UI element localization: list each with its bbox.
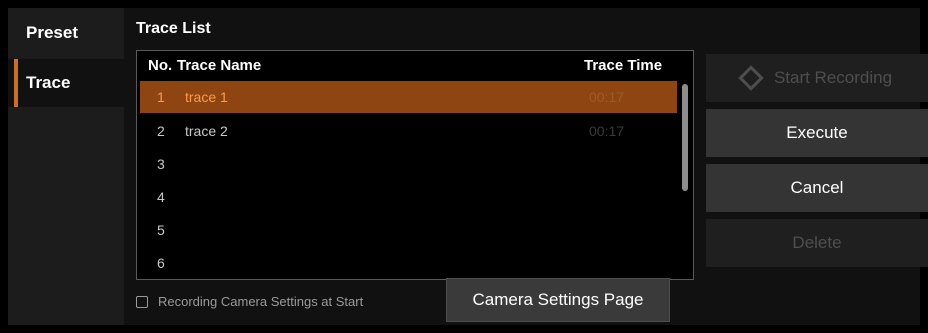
checkbox-label: Recording Camera Settings at Start	[158, 294, 364, 309]
table-row[interactable]: 1 trace 1 00:17	[140, 81, 677, 113]
execute-button[interactable]: Execute	[706, 109, 928, 157]
diamond-icon	[738, 65, 764, 91]
row-number: 1	[157, 89, 165, 105]
panel-title: Trace List	[136, 20, 211, 37]
table-row[interactable]: 6	[140, 247, 677, 279]
column-header-no: No.	[148, 57, 173, 74]
list-scrollbar[interactable]	[679, 81, 691, 279]
start-recording-button[interactable]: Start Recording	[706, 54, 928, 102]
sidebar-item-trace[interactable]: Trace	[8, 59, 124, 107]
button-label: Start Recording	[773, 68, 893, 87]
row-number: 5	[157, 222, 165, 238]
table-row[interactable]: 4	[140, 181, 677, 213]
trace-list: No. Trace Name Trace Time 1 trace 1 00:1…	[136, 50, 694, 280]
trace-time: 00:17	[589, 123, 625, 139]
sidebar-item-label: Trace	[26, 73, 71, 92]
list-header: No. Trace Name Trace Time	[137, 51, 693, 79]
table-row[interactable]: 2 trace 2 00:17	[140, 115, 677, 147]
button-label: Execute	[786, 123, 848, 142]
trace-name: trace 2	[185, 123, 228, 139]
scrollbar-thumb[interactable]	[682, 84, 688, 191]
trace-time: 00:17	[589, 89, 625, 105]
button-label: Camera Settings Page	[472, 290, 644, 309]
active-tab-indicator	[14, 59, 18, 107]
row-number: 6	[157, 255, 165, 271]
sidebar-item-label: Preset	[26, 23, 78, 42]
recording-settings-checkbox-row[interactable]: Recording Camera Settings at Start	[136, 294, 363, 309]
row-number: 4	[157, 189, 165, 205]
sidebar: Preset Trace	[8, 8, 124, 325]
column-header-time: Trace Time	[584, 57, 663, 74]
row-number: 3	[157, 156, 165, 172]
table-row[interactable]: 3	[140, 148, 677, 180]
cancel-button[interactable]: Cancel	[706, 164, 928, 212]
table-row[interactable]: 5	[140, 214, 677, 246]
button-label: Cancel	[790, 178, 844, 197]
column-header-name: Trace Name	[177, 57, 262, 74]
camera-settings-page-button[interactable]: Camera Settings Page	[446, 278, 670, 322]
trace-panel: Trace List No. Trace Name Trace Time 1 t…	[124, 8, 928, 325]
sidebar-item-preset[interactable]: Preset	[8, 8, 124, 58]
button-label: Delete	[792, 233, 842, 252]
row-number: 2	[157, 123, 165, 139]
delete-button[interactable]: Delete	[706, 219, 928, 267]
recording-settings-checkbox[interactable]	[136, 295, 148, 308]
trace-name: trace 1	[185, 89, 228, 105]
